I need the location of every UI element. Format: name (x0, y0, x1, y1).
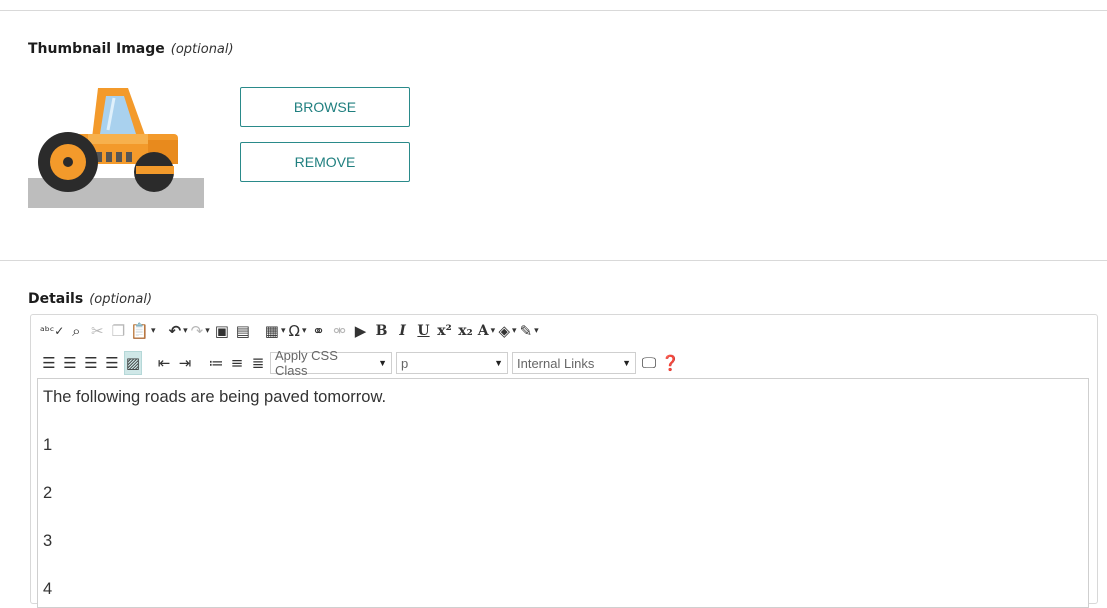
thumbnail-label: Thumbnail Image (optional) (28, 41, 234, 57)
paste-icon[interactable]: 📋 (130, 319, 155, 343)
redo-icon[interactable]: ↷ (191, 319, 210, 343)
top-divider (0, 10, 1107, 11)
indent-icon[interactable]: ⇥ (176, 351, 194, 375)
document-manager-icon[interactable]: ▤ (234, 319, 252, 343)
spellcheck-icon[interactable]: ᵃᵇᶜ✓ (40, 319, 64, 343)
browse-button[interactable]: BROWSE (240, 87, 410, 127)
superscript-icon[interactable]: x² (436, 319, 454, 343)
editor-toolbar-row-1: ᵃᵇᶜ✓ ⌕ ✂ ❐ 📋 ↶ ↷ ▣ ▤ ▦ Ω ⚭ ⚮ ▶ B I U x² … (40, 318, 542, 344)
content-line: 3 (43, 532, 53, 550)
chevron-down-icon: ▼ (494, 358, 503, 368)
copy-icon[interactable]: ❐ (109, 319, 127, 343)
css-class-select[interactable]: Apply CSS Class ▼ (270, 348, 392, 378)
underline-icon[interactable]: U (415, 319, 433, 343)
align-right-icon[interactable]: ☰ (82, 351, 100, 375)
internal-links-select[interactable]: Internal Links ▼ (512, 352, 636, 374)
details-optional-text: (optional) (89, 292, 153, 307)
help-icon[interactable]: ❓ (661, 351, 680, 375)
css-class-select-value: Apply CSS Class (275, 348, 338, 378)
thumbnail-image (28, 88, 204, 208)
paragraph-format-select-value: p (401, 355, 409, 371)
remove-button[interactable]: REMOVE (240, 142, 410, 182)
table-icon[interactable]: ▦ (265, 319, 286, 343)
undo-icon[interactable]: ↶ (169, 319, 188, 343)
font-color-icon[interactable]: A (478, 319, 496, 343)
section-divider (0, 260, 1107, 261)
chevron-down-icon: ▼ (622, 358, 631, 368)
image-manager-icon[interactable]: ▣ (213, 319, 231, 343)
highlight-color-icon[interactable]: ◈ (499, 319, 517, 343)
details-label-text: Details (28, 291, 84, 307)
find-icon[interactable]: ⌕ (67, 319, 85, 343)
chevron-down-icon: ▼ (378, 358, 387, 368)
italic-icon[interactable]: I (394, 319, 412, 343)
align-remove-icon[interactable]: ▨ (124, 351, 142, 375)
align-center-icon[interactable]: ☰ (61, 351, 79, 375)
details-label: Details (optional) (28, 291, 152, 307)
unlink-icon[interactable]: ⚮ (331, 319, 349, 343)
paragraph-icon[interactable]: ≣ (249, 351, 267, 375)
editor-toolbar-row-2: ☰ ☰ ☰ ☰ ▨ ⇤ ⇥ ≔ ≡ ≣ Apply CSS Class ▼ p ▼ … (40, 348, 683, 378)
media-icon[interactable]: ▶ (352, 319, 370, 343)
internal-links-select-value: Internal Links (517, 355, 595, 371)
content-line: 1 (43, 436, 53, 454)
content-line: 2 (43, 484, 53, 502)
paragraph-format-select[interactable]: p ▼ (396, 352, 508, 374)
bulleted-list-icon[interactable]: ≡ (228, 351, 246, 375)
link-icon[interactable]: ⚭ (310, 319, 328, 343)
thumbnail-label-text: Thumbnail Image (28, 41, 165, 57)
justify-icon[interactable]: ☰ (103, 351, 121, 375)
thumbnail-optional-text: (optional) (170, 42, 234, 57)
symbol-icon[interactable]: Ω (289, 319, 307, 343)
editor-content-area[interactable]: The following roads are being paved tomo… (37, 378, 1089, 608)
content-line: 4 (43, 580, 53, 598)
bold-icon[interactable]: B (373, 319, 391, 343)
align-left-icon[interactable]: ☰ (40, 351, 58, 375)
subscript-icon[interactable]: x₂ (457, 319, 475, 343)
format-stripper-icon[interactable]: ✎ (520, 319, 539, 343)
preview-icon[interactable]: 🖵 (640, 351, 658, 375)
cut-icon[interactable]: ✂ (88, 319, 106, 343)
content-line: The following roads are being paved tomo… (43, 388, 387, 406)
numbered-list-icon[interactable]: ≔ (207, 351, 225, 375)
outdent-icon[interactable]: ⇤ (155, 351, 173, 375)
